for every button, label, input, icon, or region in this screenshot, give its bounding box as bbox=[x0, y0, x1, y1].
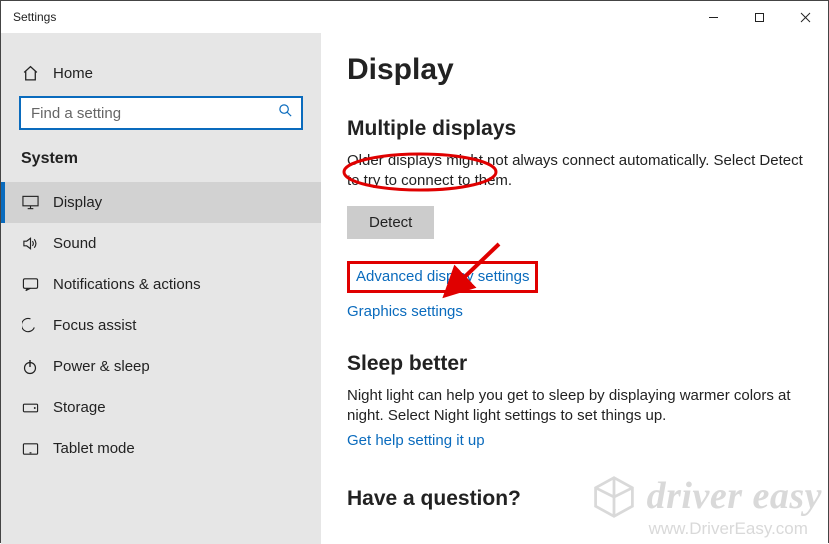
nav-item-tablet-mode[interactable]: Tablet mode bbox=[1, 428, 321, 469]
sidebar: Home System Display Sound bbox=[1, 33, 321, 544]
nav-label: Power & sleep bbox=[53, 358, 150, 375]
nav-item-display[interactable]: Display bbox=[1, 182, 321, 223]
multiple-displays-body: Older displays might not always connect … bbox=[347, 151, 804, 192]
nav-label: Storage bbox=[53, 399, 106, 416]
title-bar: Settings bbox=[1, 1, 828, 33]
nav-item-notifications[interactable]: Notifications & actions bbox=[1, 264, 321, 305]
home-icon bbox=[21, 65, 39, 82]
main-content: Display Multiple displays Older displays… bbox=[321, 33, 828, 544]
search-box[interactable] bbox=[19, 96, 303, 130]
scrollbar[interactable] bbox=[816, 33, 828, 544]
power-icon bbox=[21, 359, 39, 375]
focus-assist-icon bbox=[21, 317, 39, 334]
nav-item-focus-assist[interactable]: Focus assist bbox=[1, 305, 321, 346]
minimize-button[interactable] bbox=[690, 1, 736, 33]
minimize-icon bbox=[708, 12, 719, 23]
display-icon bbox=[21, 195, 39, 210]
detect-button[interactable]: Detect bbox=[347, 206, 434, 239]
sleep-better-body: Night light can help you get to sleep by… bbox=[347, 386, 804, 427]
window-controls bbox=[690, 1, 828, 33]
nav-label: Tablet mode bbox=[53, 440, 135, 457]
sleep-better-heading: Sleep better bbox=[347, 352, 804, 376]
close-icon bbox=[800, 12, 811, 23]
nav-item-power-sleep[interactable]: Power & sleep bbox=[1, 346, 321, 387]
annotation-red-box: Advanced display settings bbox=[347, 261, 538, 293]
nav-label: Notifications & actions bbox=[53, 276, 201, 293]
multiple-displays-heading: Multiple displays bbox=[347, 117, 804, 141]
nav-label: Sound bbox=[53, 235, 96, 252]
nav-item-storage[interactable]: Storage bbox=[1, 387, 321, 428]
storage-icon bbox=[21, 401, 39, 415]
search-container bbox=[1, 96, 321, 144]
maximize-icon bbox=[754, 12, 765, 23]
category-heading: System bbox=[1, 144, 321, 182]
nav-item-sound[interactable]: Sound bbox=[1, 223, 321, 264]
advanced-display-settings-link[interactable]: Advanced display settings bbox=[356, 268, 529, 285]
nav-list: Display Sound Notifications & actions Fo… bbox=[1, 182, 321, 469]
page-title: Display bbox=[347, 53, 804, 87]
graphics-settings-link[interactable]: Graphics settings bbox=[347, 303, 463, 320]
nav-label: Display bbox=[53, 194, 102, 211]
have-a-question-heading: Have a question? bbox=[347, 487, 804, 511]
close-button[interactable] bbox=[782, 1, 828, 33]
search-icon bbox=[278, 103, 293, 123]
home-button[interactable]: Home bbox=[1, 55, 321, 96]
nav-label: Focus assist bbox=[53, 317, 136, 334]
sleep-better-help-link[interactable]: Get help setting it up bbox=[347, 432, 485, 449]
maximize-button[interactable] bbox=[736, 1, 782, 33]
sound-icon bbox=[21, 236, 39, 251]
search-input[interactable] bbox=[21, 98, 301, 128]
tablet-icon bbox=[21, 442, 39, 456]
window-title: Settings bbox=[13, 10, 690, 24]
home-label: Home bbox=[53, 65, 93, 82]
notifications-icon bbox=[21, 277, 39, 292]
